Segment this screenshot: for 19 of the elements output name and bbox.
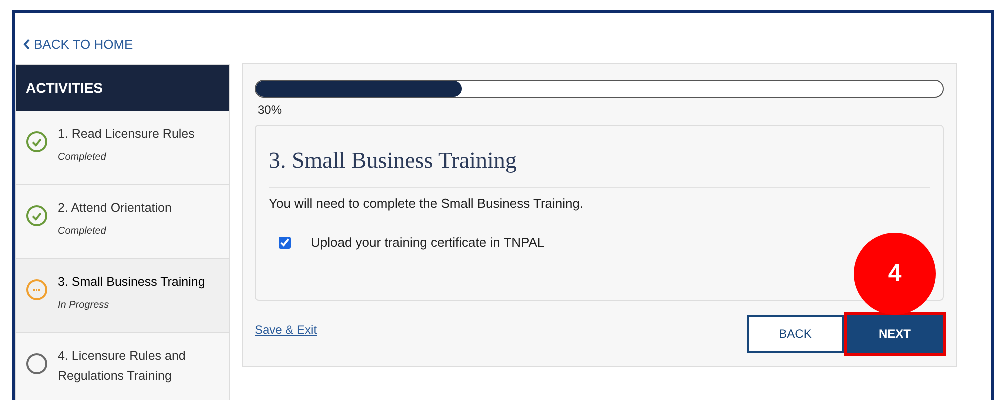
back-button[interactable]: BACK (747, 315, 844, 353)
card-title: 3. Small Business Training (269, 144, 930, 188)
chevron-left-icon (23, 39, 30, 50)
task-checkbox[interactable] (279, 236, 291, 249)
progress-percent: 30% (258, 102, 284, 119)
next-button[interactable]: NEXT (847, 315, 943, 353)
activity-title: 1. Read Licensure Rules (58, 126, 195, 143)
sidebar-header: ACTIVITIES (16, 65, 229, 111)
activity-item[interactable]: 3. Small Business Training In Progress (16, 259, 229, 333)
back-to-home-link[interactable]: BACK TO HOME (23, 35, 134, 54)
task-label: Upload your training certificate in TNPAL (311, 234, 545, 252)
activity-title: 4. Licensure Rules and Regulations Training (58, 348, 187, 385)
activity-title: 2. Attend Orientation (58, 200, 172, 217)
card-text: You will need to complete the Small Business Training. (269, 194, 585, 213)
save-exit-link[interactable]: Save & Exit (255, 321, 318, 339)
activity-status: Completed (58, 225, 108, 239)
activity-status: Completed (58, 151, 108, 165)
activity-status: In Progress (58, 299, 110, 313)
activity-title: 3. Small Business Training (58, 274, 206, 291)
